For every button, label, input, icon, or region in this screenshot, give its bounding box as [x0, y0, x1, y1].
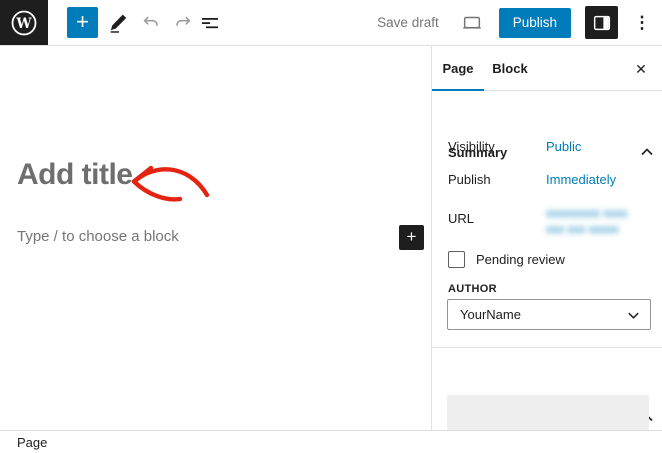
topbar-actions: Save draft Publish ⋮: [371, 0, 652, 45]
settings-sidebar-toggle-button[interactable]: [585, 6, 618, 39]
pencil-icon: [107, 12, 129, 34]
url-value-blurred-link[interactable]: xxxxxxxxx xxxxxxx xxx xxxxx: [546, 205, 632, 237]
red-annotation-arrow: [124, 155, 210, 207]
undo-button[interactable]: [139, 11, 163, 35]
settings-sidebar: Page Block ✕ Summary Visibility Public P…: [431, 46, 662, 430]
author-label: AUTHOR: [448, 283, 497, 295]
wordpress-logo-button[interactable]: W: [0, 0, 48, 45]
pending-review-label: Pending review: [476, 252, 565, 267]
inline-add-block-button[interactable]: +: [399, 225, 424, 250]
sidebar-panel-icon: [591, 12, 613, 34]
chevron-down-icon: [627, 309, 640, 322]
undo-icon: [140, 12, 162, 34]
redo-button[interactable]: [171, 11, 195, 35]
editor-canvas: Add title Type / to choose a block + WPC…: [0, 46, 431, 430]
panel-divider: [432, 347, 662, 348]
set-featured-image-button[interactable]: Set featured image: [447, 395, 649, 430]
document-overview-button[interactable]: [198, 11, 222, 35]
close-sidebar-button[interactable]: ✕: [628, 56, 654, 82]
plus-icon: +: [407, 226, 417, 248]
svg-text:W: W: [15, 16, 32, 32]
chevron-up-icon[interactable]: [640, 147, 654, 157]
block-appender-input[interactable]: Type / to choose a block: [17, 228, 179, 245]
tab-page[interactable]: Page: [432, 46, 484, 91]
wordpress-block-editor: W +: [0, 0, 662, 453]
publish-button[interactable]: Publish: [499, 8, 571, 38]
pending-review-row[interactable]: Pending review: [448, 251, 565, 268]
wordpress-logo-icon: W: [10, 9, 38, 37]
redo-icon: [172, 12, 194, 34]
sidebar-tabs: Page Block ✕: [432, 46, 662, 91]
document-overview-icon: [200, 13, 220, 33]
tab-block[interactable]: Block: [484, 46, 536, 91]
visibility-value-link[interactable]: Public: [546, 139, 581, 154]
editor-topbar: W +: [0, 0, 662, 46]
breadcrumb-page[interactable]: Page: [17, 435, 47, 450]
save-draft-button[interactable]: Save draft: [371, 11, 445, 34]
pending-review-checkbox[interactable]: [448, 251, 465, 268]
editor-footer: Page: [0, 430, 662, 453]
edit-mode-button[interactable]: [106, 11, 130, 35]
post-title-input[interactable]: Add title: [17, 158, 133, 192]
add-block-button[interactable]: +: [67, 7, 98, 38]
preview-desktop-icon: [461, 12, 483, 34]
close-icon: ✕: [635, 61, 647, 77]
author-select[interactable]: YourName: [447, 299, 651, 330]
publish-date-value-link[interactable]: Immediately: [546, 172, 616, 187]
kebab-icon: ⋮: [634, 13, 651, 32]
preview-button[interactable]: [459, 10, 485, 36]
author-select-value: YourName: [460, 307, 521, 322]
publish-date-label: Publish: [448, 172, 491, 187]
url-label: URL: [448, 211, 474, 226]
more-options-button[interactable]: ⋮: [632, 6, 652, 39]
visibility-label: Visibility: [448, 139, 495, 154]
plus-icon: +: [76, 8, 89, 36]
